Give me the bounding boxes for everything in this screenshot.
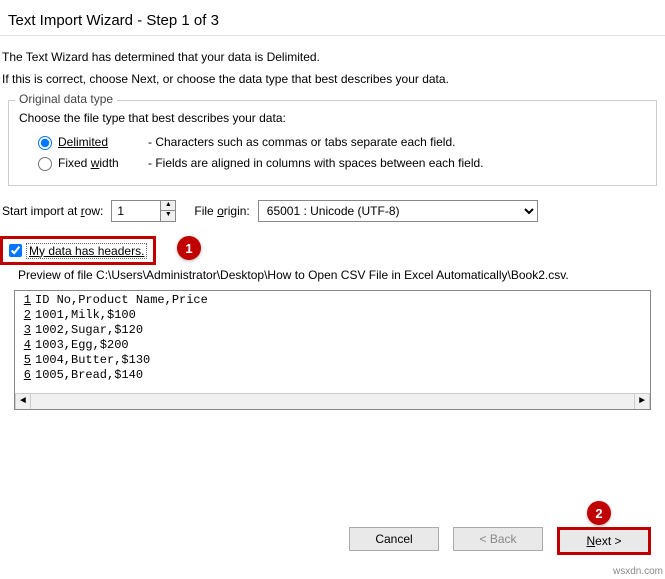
file-origin-select[interactable]: 65001 : Unicode (UTF-8) <box>258 200 538 222</box>
preview-scrollbar[interactable]: ◄ ► <box>15 393 650 409</box>
scroll-right-icon[interactable]: ► <box>634 394 650 410</box>
preview-text: ID No,Product Name,Price <box>35 293 208 308</box>
preview-row: 1 ID No,Product Name,Price <box>15 293 650 308</box>
line-number: 1 <box>17 293 31 308</box>
file-origin-label: File origin: <box>194 204 249 218</box>
line-number: 4 <box>17 338 31 353</box>
spin-down-icon[interactable]: ▼ <box>161 211 175 221</box>
preview-box: 1 ID No,Product Name,Price 2 1001,Milk,$100… <box>14 290 651 410</box>
start-row-spinner[interactable]: ▲ ▼ <box>111 200 176 222</box>
delimited-label: Delimited <box>58 135 138 149</box>
dialog-title: Text Import Wizard - Step 1 of 3 <box>0 0 665 36</box>
fixed-width-radio[interactable] <box>38 157 52 171</box>
preview-row: 5 1004,Butter,$130 <box>15 353 650 368</box>
preview-row: 6 1005,Bread,$140 <box>15 368 650 383</box>
preview-text: 1001,Milk,$100 <box>35 308 136 323</box>
preview-row: 3 1002,Sugar,$120 <box>15 323 650 338</box>
line-number: 6 <box>17 368 31 383</box>
preview-label: Preview of file C:\Users\Administrator\D… <box>18 268 665 282</box>
back-button: < Back <box>453 527 543 551</box>
start-row-input[interactable] <box>112 201 160 221</box>
fixed-width-label: Fixed width <box>58 156 138 170</box>
group-description: Choose the file type that best describes… <box>19 111 650 125</box>
delimited-desc: - Characters such as commas or tabs sepa… <box>148 135 455 149</box>
line-number: 5 <box>17 353 31 368</box>
start-row-label: Start import at row: <box>2 204 103 218</box>
cancel-button[interactable]: Cancel <box>349 527 439 551</box>
preview-text: 1002,Sugar,$120 <box>35 323 143 338</box>
line-number: 2 <box>17 308 31 323</box>
preview-row: 2 1001,Milk,$100 <box>15 308 650 323</box>
wizard-info-2: If this is correct, choose Next, or choo… <box>2 72 665 86</box>
spin-up-icon[interactable]: ▲ <box>161 201 175 211</box>
preview-row: 4 1003,Egg,$200 <box>15 338 650 353</box>
delimited-radio[interactable] <box>38 136 52 150</box>
headers-checkbox-highlight: My data has headers. <box>0 236 156 265</box>
headers-label[interactable]: My data has headers. <box>26 243 147 259</box>
fixed-width-desc: - Fields are aligned in columns with spa… <box>148 156 484 170</box>
watermark: wsxdn.com <box>613 566 663 577</box>
headers-checkbox[interactable] <box>9 244 22 257</box>
next-button[interactable]: Next > <box>557 527 651 555</box>
callout-2: 2 <box>587 501 611 525</box>
callout-1: 1 <box>177 236 201 260</box>
original-data-type-group: Original data type Choose the file type … <box>8 100 657 186</box>
preview-text: 1004,Butter,$130 <box>35 353 150 368</box>
preview-text: 1003,Egg,$200 <box>35 338 129 353</box>
wizard-info-1: The Text Wizard has determined that your… <box>2 50 665 64</box>
scroll-left-icon[interactable]: ◄ <box>15 394 31 410</box>
preview-text: 1005,Bread,$140 <box>35 368 143 383</box>
line-number: 3 <box>17 323 31 338</box>
group-label: Original data type <box>15 92 117 106</box>
